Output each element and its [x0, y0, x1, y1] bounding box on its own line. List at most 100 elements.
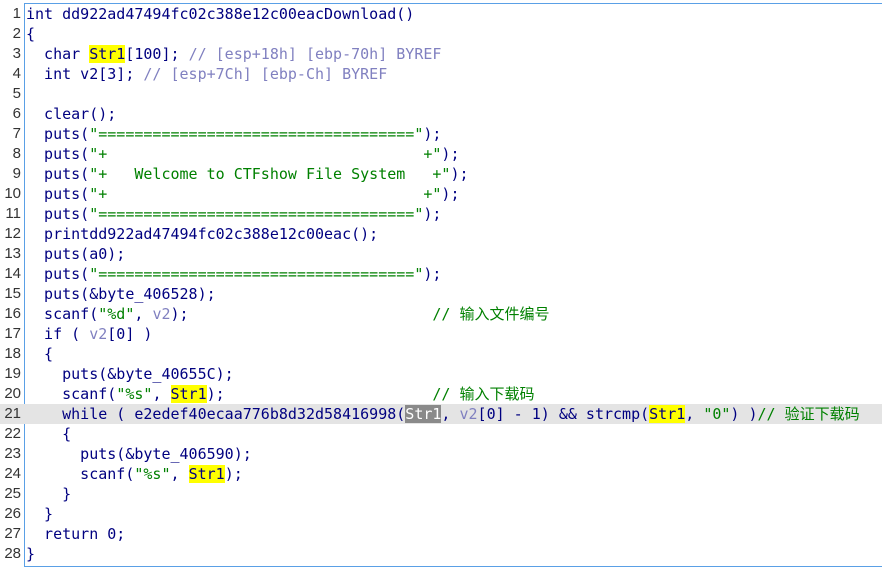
code-line[interactable]: 3 char Str1[100]; // [esp+18h] [ebp-70h]… [0, 44, 882, 64]
code-line[interactable]: 23 puts(&byte_406590); [0, 444, 882, 464]
line-code: while ( e2edef40ecaa776b8d32d58416998(St… [26, 404, 860, 424]
string-token: "+ +" [89, 185, 442, 203]
code-line[interactable]: 5 [0, 84, 882, 104]
highlighted-token[interactable]: Str1 [89, 45, 126, 63]
line-number: 17 [4, 325, 21, 342]
line-code: clear(); [26, 104, 116, 124]
line-number: 12 [4, 225, 21, 242]
code-line[interactable]: 17 if ( v2[0] ) [0, 324, 882, 344]
code-line[interactable]: 19 puts(&byte_40655C); [0, 364, 882, 384]
code-token: } [26, 485, 72, 503]
code-token: scanf( [26, 465, 135, 483]
line-number: 9 [12, 165, 21, 182]
variable-token: v2 [152, 305, 171, 323]
line-code: { [26, 344, 53, 364]
code-token: { [26, 345, 54, 363]
code-token: { [26, 425, 72, 443]
line-code: puts(&byte_406528); [26, 284, 216, 304]
code-line[interactable]: 1 int dd922ad47494fc02c388e12c00eacDownlo… [0, 4, 882, 24]
code-line[interactable]: 4 int v2[3]; // [esp+7Ch] [ebp-Ch] BYREF [0, 64, 882, 84]
code-line[interactable]: 14 puts("===============================… [0, 264, 882, 284]
pseudocode-view[interactable]: 1 int dd922ad47494fc02c388e12c00eacDownlo… [0, 0, 882, 570]
code-line[interactable]: 10 puts("+ +"); [0, 184, 882, 204]
code-token: ); [423, 205, 442, 223]
code-token: clear(); [26, 105, 117, 123]
code-line[interactable]: 27 return 0; [0, 524, 882, 544]
code-token: ); [441, 145, 460, 163]
code-token: puts(&byte_406590); [26, 445, 252, 463]
code-line[interactable]: 20 scanf("%s", Str1); // 输入下载码 [0, 384, 882, 404]
code-line[interactable]: 26 } [0, 504, 882, 524]
line-number: 6 [12, 105, 21, 122]
comment-token: // 验证下载码 [757, 405, 860, 423]
line-number: 24 [4, 465, 21, 482]
comment-token: // 输入下载码 [432, 385, 535, 403]
code-token: ); [423, 265, 442, 283]
highlighted-token[interactable]: Str1 [170, 385, 207, 403]
line-number: 18 [4, 345, 21, 362]
line-number: 26 [4, 505, 21, 522]
editor-bottom-border [24, 566, 882, 567]
line-code: } [26, 504, 53, 524]
line-code: { [26, 24, 35, 44]
line-number: 3 [12, 45, 21, 62]
code-token: , [152, 385, 171, 403]
line-code: { [26, 424, 71, 444]
line-code: puts("==================================… [26, 204, 441, 224]
code-line[interactable]: 16 scanf("%d", v2); // 输入文件编号 [0, 304, 882, 324]
line-number: 20 [4, 385, 21, 402]
code-token: while ( e2edef40ecaa776b8d32d58416998( [26, 405, 406, 423]
line-code: printdd922ad47494fc02c388e12c00eac(); [26, 224, 378, 244]
code-token: , [170, 465, 189, 483]
code-line[interactable]: 25 } [0, 484, 882, 504]
line-code: scanf("%s", Str1); // 输入下载码 [26, 384, 535, 404]
code-line[interactable]: 12 printdd922ad47494fc02c388e12c00eac(); [0, 224, 882, 244]
code-line[interactable]: 6 clear(); [0, 104, 882, 124]
code-token: puts(&byte_40655C); [26, 365, 234, 383]
code-line[interactable]: 24 scanf("%s", Str1); [0, 464, 882, 484]
line-code: int v2[3]; // [esp+7Ch] [ebp-Ch] BYREF [26, 64, 387, 84]
highlighted-token[interactable]: Str1 [188, 465, 225, 483]
code-token: puts( [26, 125, 90, 143]
line-code: char Str1[100]; // [esp+18h] [ebp-70h] B… [26, 44, 441, 64]
highlighted-token[interactable]: Str1 [649, 405, 686, 423]
line-code: } [26, 484, 71, 504]
code-token: } [26, 545, 36, 563]
line-number: 1 [12, 5, 21, 22]
string-token: "%s" [116, 385, 153, 403]
string-token: "%d" [98, 305, 135, 323]
code-token: , [685, 405, 704, 423]
code-token: puts( [26, 185, 90, 203]
code-line[interactable]: 2{ [0, 24, 882, 44]
line-code: if ( v2[0] ) [26, 324, 152, 344]
line-number: 21 [4, 405, 21, 422]
line-number: 13 [4, 245, 21, 262]
code-token: puts( [26, 165, 90, 183]
code-line[interactable]: 22 { [0, 424, 882, 444]
code-token: { [26, 25, 36, 43]
code-line[interactable]: 13 puts(a0); [0, 244, 882, 264]
line-code: puts(&byte_40655C); [26, 364, 234, 384]
code-line[interactable]: 15 puts(&byte_406528); [0, 284, 882, 304]
line-number: 23 [4, 445, 21, 462]
line-number: 27 [4, 525, 21, 542]
highlighted-token[interactable]: Str1 [405, 405, 442, 423]
code-line[interactable]: 11 puts("===============================… [0, 204, 882, 224]
line-code: scanf("%s", Str1); [26, 464, 243, 484]
string-token: "===================================" [89, 205, 424, 223]
code-line[interactable]: 18 { [0, 344, 882, 364]
line-code: return 0; [26, 524, 125, 544]
code-line[interactable]: 28} [0, 544, 882, 564]
line-number: 14 [4, 265, 21, 282]
code-line[interactable]: 7 puts("================================… [0, 124, 882, 144]
code-line[interactable]: 8 puts("+ +"); [0, 144, 882, 164]
code-token: puts( [26, 265, 90, 283]
code-token: int dd922ad47494fc02c388e12c00eacDownloa… [26, 5, 415, 23]
code-line[interactable]: 9 puts("+ Welcome to CTFshow File System… [0, 164, 882, 184]
line-number: 11 [5, 205, 21, 222]
line-number: 5 [12, 85, 21, 102]
line-code: scanf("%d", v2); // 输入文件编号 [26, 304, 549, 324]
code-line[interactable]: 21 while ( e2edef40ecaa776b8d32d58416998… [0, 404, 882, 424]
code-token: scanf( [26, 305, 99, 323]
line-number: 25 [4, 485, 21, 502]
